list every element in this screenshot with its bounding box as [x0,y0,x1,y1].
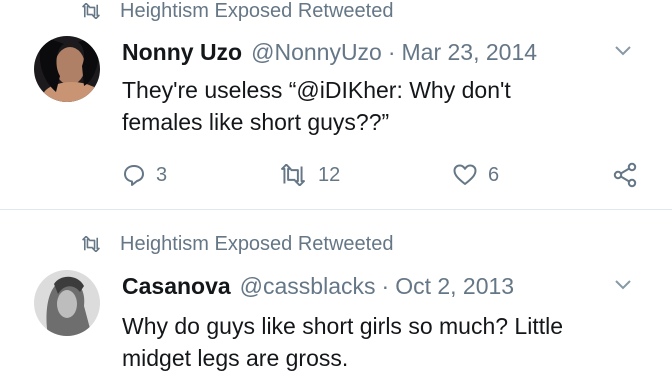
share-button[interactable] [612,158,638,192]
tweet[interactable]: Heightism Exposed Retweeted Nonny Uzo @N… [0,0,672,209]
tweet-date[interactable]: Oct 2, 2013 [395,273,514,300]
reply-count: 3 [156,163,168,186]
retweet-count: 12 [318,163,341,186]
tweet-date[interactable]: Mar 23, 2014 [402,39,538,66]
retweet-icon [82,3,100,19]
tweet-text: Why do guys like short girls so much? Li… [122,310,642,374]
tweet-text-line: They're useless “@iDIKher: Why don't [122,77,511,103]
timeline: Heightism Exposed Retweeted Nonny Uzo @N… [0,0,672,378]
reply-icon [124,165,144,186]
user-handle[interactable]: @cassblacks [240,273,376,300]
tweet-actions: 3 12 6 [122,158,652,192]
retweeted-by-label[interactable]: Heightism Exposed Retweeted [120,0,393,23]
avatar[interactable] [34,270,100,336]
display-name[interactable]: Nonny Uzo [122,39,242,66]
retweet-icon [82,236,100,252]
tweet[interactable]: Heightism Exposed Retweeted Casanova @ca… [0,210,672,378]
separator: · [381,272,390,299]
user-handle[interactable]: @NonnyUzo [251,39,382,66]
heart-icon [453,164,477,185]
reply-button[interactable]: 3 [122,158,167,192]
chevron-down-icon[interactable] [614,44,632,58]
tweet-text-line: midget legs are gross. [122,345,349,371]
like-count: 6 [488,163,500,186]
tweet-text-line: Why do guys like short girls so much? Li… [122,313,564,339]
avatar[interactable] [34,36,100,102]
retweet-context: Heightism Exposed Retweeted [80,0,393,24]
retweeted-by-label[interactable]: Heightism Exposed Retweeted [120,233,393,256]
like-button[interactable]: 6 [452,158,499,192]
tweet-header: Nonny Uzo @NonnyUzo · Mar 23, 2014 [122,36,652,68]
tweet-text-line: females like short guys??” [122,109,390,135]
tweet-text: They're useless “@iDIKher: Why don't fem… [122,74,642,138]
display-name[interactable]: Casanova [122,273,231,300]
chevron-down-icon[interactable] [614,278,632,292]
tweet-header: Casanova @cassblacks · Oct 2, 2013 [122,270,652,302]
retweet-button[interactable]: 12 [278,158,340,192]
share-icon [613,162,637,188]
retweet-context: Heightism Exposed Retweeted [80,231,393,257]
retweet-icon [281,164,305,186]
separator: · [387,38,396,65]
